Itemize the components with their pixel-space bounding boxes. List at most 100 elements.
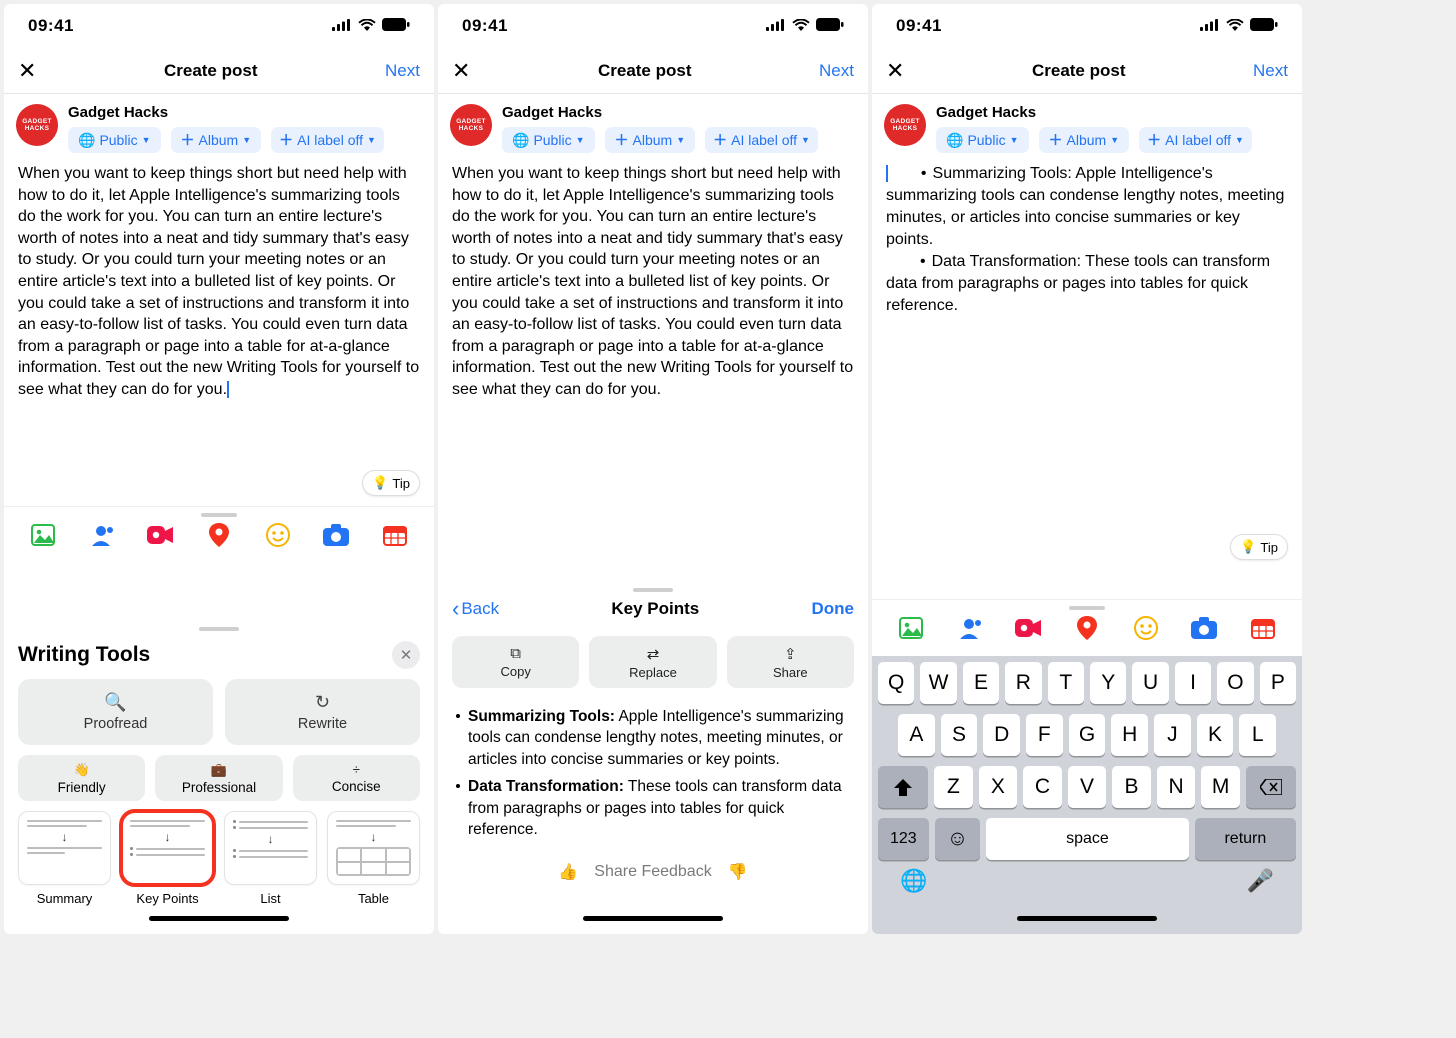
key-s[interactable]: S [941,714,978,756]
emoji-icon[interactable] [265,522,291,548]
cellular-icon [1200,16,1220,36]
concise-button[interactable]: ÷Concise [293,755,420,801]
backspace-key[interactable] [1246,766,1296,808]
next-button[interactable]: Next [385,61,420,81]
camera-icon[interactable] [1191,615,1217,641]
grabber-icon[interactable] [633,588,673,592]
key-q[interactable]: Q [878,662,914,704]
close-icon[interactable]: ✕ [18,58,36,84]
chip-ai-label[interactable]: ＋AI label off▼ [1139,127,1252,153]
mic-key-icon[interactable]: 🎤 [1247,868,1274,894]
avatar[interactable]: GADGET HACKS [884,104,926,146]
post-textarea[interactable]: When you want to keep things short but n… [4,155,434,409]
post-textarea[interactable]: •Summarizing Tools: Apple Intelligence's… [872,155,1302,326]
post-textarea[interactable]: When you want to keep things short but n… [438,155,868,409]
key-l[interactable]: L [1239,714,1276,756]
calendar-icon[interactable] [1250,615,1276,641]
key-o[interactable]: O [1217,662,1253,704]
space-key[interactable]: space [986,818,1189,860]
replace-button[interactable]: ⇄Replace [589,636,716,688]
key-b[interactable]: B [1112,766,1151,808]
key-u[interactable]: U [1132,662,1168,704]
tip-button[interactable]: 💡Tip [362,470,420,496]
next-button[interactable]: Next [819,61,854,81]
chip-audience[interactable]: 🌐Public▼ [936,127,1029,153]
share-feedback-label[interactable]: Share Feedback [594,863,711,881]
shift-key[interactable] [878,766,928,808]
home-indicator[interactable] [149,916,289,921]
key-t[interactable]: T [1048,662,1084,704]
done-button[interactable]: Done [811,599,854,619]
key-p[interactable]: P [1260,662,1296,704]
close-icon[interactable]: ✕ [452,58,470,84]
camera-icon[interactable] [323,522,349,548]
table-card[interactable]: ↓ Table [327,811,420,906]
keyboard[interactable]: QWERTYUIOP ASDFGHJKL ZXCVBNM 123 ☺ space… [872,656,1302,902]
key-k[interactable]: K [1197,714,1234,756]
emoji-key[interactable]: ☺ [935,818,981,860]
rewrite-button[interactable]: ↻Rewrite [225,679,420,745]
key-d[interactable]: D [983,714,1020,756]
key-m[interactable]: M [1201,766,1240,808]
avatar[interactable]: GADGET HACKS [450,104,492,146]
tag-people-icon[interactable] [957,615,983,641]
globe-key-icon[interactable]: 🌐 [900,868,927,894]
key-e[interactable]: E [963,662,999,704]
photo-icon[interactable] [30,522,56,548]
key-v[interactable]: V [1068,766,1107,808]
home-indicator[interactable] [583,916,723,921]
key-g[interactable]: G [1069,714,1106,756]
summary-card[interactable]: ↓ Summary [18,811,111,906]
chip-audience[interactable]: 🌐Public▼ [68,127,161,153]
proofread-button[interactable]: 🔍Proofread [18,679,213,745]
friendly-button[interactable]: 👋Friendly [18,755,145,801]
key-i[interactable]: I [1175,662,1211,704]
calendar-icon[interactable] [382,522,408,548]
key-f[interactable]: F [1026,714,1063,756]
video-icon[interactable] [1015,615,1041,641]
chip-album[interactable]: ＋Album▼ [171,127,262,153]
key-r[interactable]: R [1005,662,1041,704]
back-button[interactable]: ‹Back [452,596,499,622]
chip-album[interactable]: ＋Album▼ [1039,127,1130,153]
chip-album[interactable]: ＋Album▼ [605,127,696,153]
video-icon[interactable] [147,522,173,548]
grabber-icon[interactable] [1069,606,1105,610]
chip-ai-label[interactable]: ＋AI label off▼ [705,127,818,153]
location-icon[interactable] [206,522,232,548]
tag-people-icon[interactable] [89,522,115,548]
key-points-card[interactable]: ↓ Key Points [121,811,214,906]
key-w[interactable]: W [920,662,956,704]
avatar[interactable]: GADGET HACKS [16,104,58,146]
return-key[interactable]: return [1195,818,1296,860]
chip-audience[interactable]: 🌐Public▼ [502,127,595,153]
grabber-icon[interactable] [201,513,237,517]
home-indicator[interactable] [1017,916,1157,921]
key-y[interactable]: Y [1090,662,1126,704]
chip-ai-label[interactable]: ＋AI label off▼ [271,127,384,153]
photo-icon[interactable] [898,615,924,641]
share-button[interactable]: ⇪Share [727,636,854,688]
key-j[interactable]: J [1154,714,1191,756]
page-title: Create post [1032,61,1126,81]
next-button[interactable]: Next [1253,61,1288,81]
professional-button[interactable]: 💼Professional [155,755,282,801]
emoji-icon[interactable] [1133,615,1159,641]
numbers-key[interactable]: 123 [878,818,929,860]
tip-button[interactable]: 💡Tip [1230,534,1288,560]
grabber-icon[interactable] [199,627,239,631]
key-h[interactable]: H [1111,714,1148,756]
list-card[interactable]: ↓ List [224,811,317,906]
copy-button[interactable]: ⧉Copy [452,636,579,688]
key-z[interactable]: Z [934,766,973,808]
location-icon[interactable] [1074,615,1100,641]
close-icon[interactable]: ✕ [886,58,904,84]
thumbs-down-icon[interactable]: 👎 [728,862,748,882]
key-n[interactable]: N [1157,766,1196,808]
thumbs-up-icon[interactable]: 👍 [558,862,578,882]
key-c[interactable]: C [1023,766,1062,808]
close-icon[interactable]: ✕ [392,641,420,669]
copy-icon: ⧉ [510,645,521,662]
key-x[interactable]: X [979,766,1018,808]
key-a[interactable]: A [898,714,935,756]
